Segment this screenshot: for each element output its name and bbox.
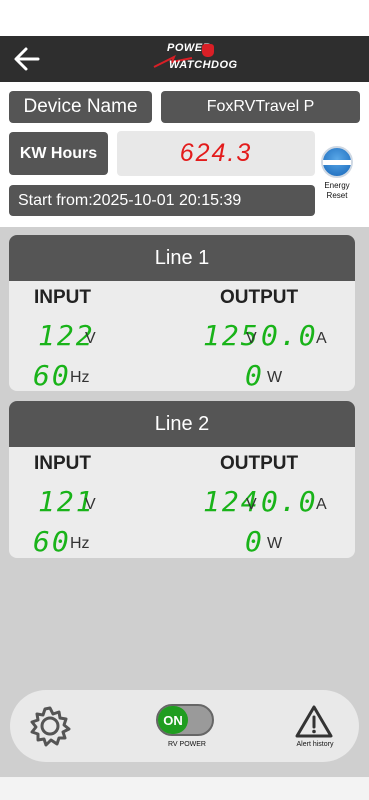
line-2-input-voltage-unit: V: [85, 496, 96, 513]
energy-reset-button[interactable]: Energy Reset: [318, 146, 358, 202]
line-2-title: Line 2: [9, 401, 355, 447]
line-2-output-voltage-unit: V: [246, 496, 257, 513]
alert-history-label: Alert history: [296, 741, 334, 748]
line-1-frequency-unit: Hz: [70, 369, 90, 386]
line-2-current-unit: A: [316, 496, 327, 513]
line-1-current: 0.0: [261, 319, 318, 352]
line-2-current: 0.0: [261, 485, 318, 518]
device-name-label: Device Name: [9, 91, 152, 123]
kw-hours-label: KW Hours: [9, 132, 108, 175]
line-2-frequency-unit: Hz: [70, 535, 90, 552]
line-1-power-unit: W: [267, 369, 283, 386]
line-2-output-header: OUTPUT: [220, 453, 299, 474]
device-info-panel: Device Name FoxRVTravel P KW Hours 624.3…: [0, 82, 369, 227]
line-2-frequency: 60: [33, 525, 71, 558]
start-from-text: Start from:2025-10-01 20:15:39: [9, 185, 315, 216]
line-1-input-header: INPUT: [34, 287, 91, 308]
line-1-power: 0: [245, 359, 264, 391]
line-1-output-header: OUTPUT: [220, 287, 299, 308]
bottom-toolbar: ON RV POWER Alert history: [10, 690, 359, 762]
line-2-power: 0: [245, 525, 264, 558]
status-bar: [0, 0, 369, 36]
line-2-card: Line 2 INPUT OUTPUT 121 V 60 Hz 124 V 0.…: [9, 401, 355, 558]
alert-history-button[interactable]: [294, 704, 334, 740]
system-nav-bar: [0, 778, 369, 800]
top-app-bar: POWER WATCHDOG: [0, 36, 369, 82]
line-1-current-unit: A: [316, 330, 327, 347]
rv-power-label: RV POWER: [168, 741, 206, 748]
device-name-value[interactable]: FoxRVTravel P: [161, 91, 360, 123]
line-2-input-header: INPUT: [34, 453, 91, 474]
energy-reset-icon: [321, 146, 353, 178]
line-1-input-voltage-unit: V: [85, 330, 96, 347]
gear-icon[interactable]: [28, 704, 72, 748]
line-1-card: Line 1 INPUT OUTPUT 122 V 60 Hz 125 V 0.…: [9, 235, 355, 391]
rv-power-toggle-state: ON: [158, 706, 188, 734]
line-1-output-voltage-unit: V: [246, 330, 257, 347]
line-1-title: Line 1: [9, 235, 355, 281]
kw-hours-value: 624.3: [117, 131, 315, 176]
energy-reset-label: Energy Reset: [324, 181, 350, 200]
back-arrow-icon[interactable]: [12, 44, 42, 74]
warning-triangle-icon: [295, 705, 333, 738]
line-2-power-unit: W: [267, 535, 283, 552]
rv-power-toggle[interactable]: ON: [156, 704, 214, 736]
line-1-frequency: 60: [33, 359, 71, 391]
power-watchdog-logo: POWER WATCHDOG: [150, 41, 237, 77]
logo-word-bottom: WATCHDOG: [169, 59, 238, 71]
